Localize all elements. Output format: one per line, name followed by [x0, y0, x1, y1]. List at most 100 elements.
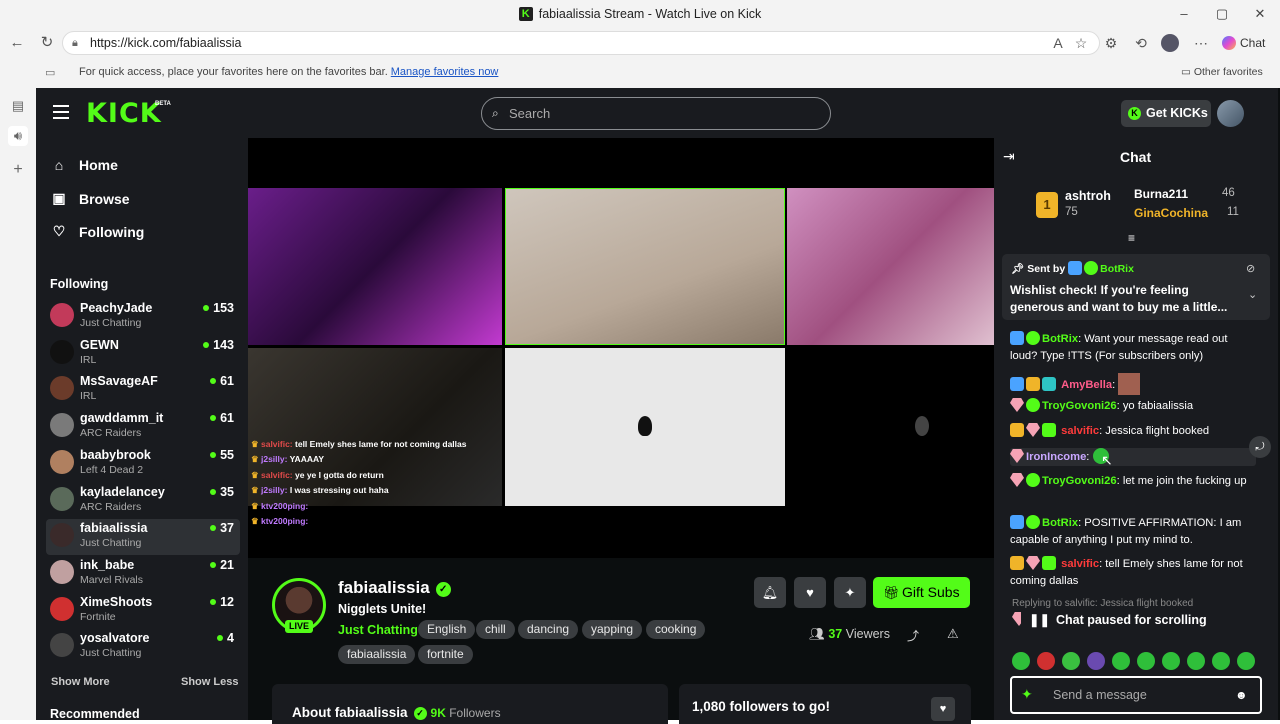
emoji-picker-icon[interactable]: ☻	[1235, 688, 1248, 702]
chat-message: salvific: tell Emely shes lame for not c…	[1010, 556, 1243, 587]
new-tab-icon[interactable]: +	[8, 160, 28, 180]
tag-dancing[interactable]: dancing	[518, 620, 579, 639]
maximize-icon[interactable]: ▢	[1212, 4, 1232, 24]
share-icon[interactable]: ⤴	[907, 627, 919, 644]
chat-paused-banner[interactable]: ❚❚ Chat paused for scrolling	[1021, 609, 1231, 631]
emote-icon[interactable]	[1137, 652, 1155, 670]
channel-avatar	[50, 596, 74, 621]
profile-avatar-icon[interactable]	[1161, 34, 1179, 52]
show-more-button[interactable]: Show More	[51, 676, 110, 688]
goal-heart-icon[interactable]: ♥	[931, 697, 955, 721]
copilot-chat-button[interactable]: Chat	[1222, 33, 1265, 53]
more-options-icon[interactable]: ⋯	[1191, 33, 1211, 53]
channel-avatar	[50, 303, 74, 327]
chat-username[interactable]: TroyGovoni26	[1042, 475, 1117, 487]
extensions-icon[interactable]: ⚙	[1101, 33, 1121, 53]
sidebar-channel-gewn[interactable]: GEWN IRL 143	[46, 336, 240, 372]
tag-english[interactable]: English	[418, 620, 476, 639]
url-field[interactable]: 🔒︎ https://kick.com/fabiaalissia	[62, 31, 1100, 55]
history-icon[interactable]: ⟲	[1131, 33, 1151, 53]
sidebar-channel-yosalvatore[interactable]: yosalvatore Just Chatting 4	[46, 629, 240, 665]
sidebar-channel-gawddamm_it[interactable]: gawddamm_it ARC Raiders 61	[46, 409, 240, 445]
tag-yapping[interactable]: yapping	[582, 620, 643, 639]
expand-pin-icon[interactable]: ⌄	[1248, 288, 1257, 301]
nav-following[interactable]: ♡ Following	[51, 223, 145, 240]
channel-viewers: 35	[210, 485, 234, 499]
scroll-to-bottom-icon[interactable]: ⤾	[1249, 436, 1271, 458]
category-link[interactable]: Just Chatting	[338, 622, 418, 638]
get-kicks-button[interactable]: K Get KICKs	[1121, 100, 1211, 127]
chat-username[interactable]: IronIncome	[1026, 451, 1086, 463]
viewer-number: 12	[220, 594, 234, 609]
tag-fortnite[interactable]: fortnite	[418, 645, 473, 664]
manage-favorites-link[interactable]: Manage favorites now	[391, 66, 499, 78]
live-dot-icon	[210, 451, 217, 458]
follow-heart-icon[interactable]: ♥	[794, 577, 826, 608]
close-icon[interactable]: ✕	[1250, 4, 1270, 24]
emote-icon[interactable]	[1062, 652, 1080, 670]
show-less-button[interactable]: Show Less	[181, 676, 238, 688]
badge-icon: ♛	[251, 500, 261, 511]
emote-icon[interactable]	[1212, 652, 1230, 670]
sidebar-channel-fabiaalissia[interactable]: fabiaalissia Just Chatting 37	[46, 519, 240, 556]
live-dot-icon	[210, 525, 217, 532]
sparkle-icon[interactable]: ✦	[834, 577, 866, 608]
stream-title: Nigglets Unite!	[338, 602, 427, 616]
chat-username[interactable]: salvific	[1061, 425, 1099, 437]
bell-icon[interactable]: 🔔︎	[754, 577, 786, 608]
sidebar-channel-ximeshoots[interactable]: XimeShoots Fortnite 12	[46, 593, 240, 629]
chat-username[interactable]: TroyGovoni26	[1042, 400, 1117, 412]
search-input[interactable]: ⌕ Search	[481, 97, 831, 130]
tag-cooking[interactable]: cooking	[646, 620, 706, 639]
hide-pin-icon[interactable]: ⊘	[1246, 262, 1255, 275]
live-dot-icon	[210, 488, 217, 495]
emote-icon[interactable]	[1012, 652, 1030, 670]
gift-subs-button[interactable]: 🎁︎ Gift Subs	[873, 577, 970, 608]
kick-logo[interactable]: KICK	[86, 98, 162, 129]
minimize-icon[interactable]: –	[1174, 4, 1194, 24]
sidebar-channel-ink_babe[interactable]: ink_babe Marvel Rivals 21	[46, 556, 240, 592]
favorites-hint: For quick access, place your favorites h…	[79, 66, 498, 78]
sidebar-channel-baabybrook[interactable]: baabybrook Left 4 Dead 2 55	[46, 446, 240, 482]
emote-icon[interactable]	[1087, 652, 1105, 670]
tab-actions-icon[interactable]: ▤	[8, 96, 28, 116]
chat-username[interactable]: BotRix	[1042, 517, 1078, 529]
follower-goal-text: 1,080 followers to go!	[692, 699, 831, 714]
sparkle-icon[interactable]: ✦	[1021, 686, 1033, 703]
user-avatar[interactable]	[1217, 100, 1244, 127]
refresh-icon[interactable]: ↻	[36, 32, 58, 54]
channel-category: Just Chatting	[80, 647, 142, 660]
chat-username[interactable]: BotRix	[1042, 333, 1078, 345]
read-aloud-icon[interactable]: A	[1048, 33, 1068, 53]
menu-icon[interactable]	[53, 105, 69, 119]
tag-chill[interactable]: chill	[476, 620, 515, 639]
emote-icon[interactable]	[1162, 652, 1180, 670]
verified-badge-icon	[1026, 331, 1040, 345]
verified-icon: ✓	[435, 582, 451, 597]
kick-favicon-icon: K	[518, 7, 533, 21]
report-icon[interactable]: ⚠	[947, 626, 959, 642]
emote-icon[interactable]	[1237, 652, 1255, 670]
audio-icon[interactable]: 🔊︎	[8, 126, 28, 146]
emote-icon[interactable]	[1187, 652, 1205, 670]
other-favorites-folder[interactable]: ▭ Other favorites	[1181, 66, 1263, 78]
viewer-count: 👥︎ 37 Viewers	[809, 627, 890, 642]
beta-label: BETA	[155, 101, 171, 107]
favorite-star-icon[interactable]: ☆	[1071, 33, 1091, 53]
channel-viewers: 61	[210, 374, 234, 388]
nav-home[interactable]: ⌂ Home	[51, 157, 118, 173]
emote-icon[interactable]	[1112, 652, 1130, 670]
collapse-chat-icon[interactable]: ⇥	[1003, 148, 1015, 165]
back-icon[interactable]: ←	[6, 32, 28, 54]
tag-fabiaalissia[interactable]: fabiaalissia	[338, 645, 416, 664]
sidebar-channel-kayladelancey[interactable]: kayladelancey ARC Raiders 35	[46, 483, 240, 519]
nav-browse[interactable]: ▣ Browse	[51, 190, 129, 207]
channel-name[interactable]: fabiaalissia ✓	[338, 578, 451, 598]
sidebar-channel-mssavageaf[interactable]: MsSavageAF IRL 61	[46, 372, 240, 408]
leaderboard-expand-icon[interactable]: ≡	[1128, 231, 1135, 245]
chat-username[interactable]: AmyBella	[1061, 379, 1112, 391]
sidebar-channel-peachyjade[interactable]: PeachyJade Just Chatting 153	[46, 299, 240, 335]
chat-username[interactable]: salvific	[1061, 558, 1099, 570]
viewer-number: 4	[227, 631, 234, 646]
emote-icon[interactable]	[1037, 652, 1055, 670]
